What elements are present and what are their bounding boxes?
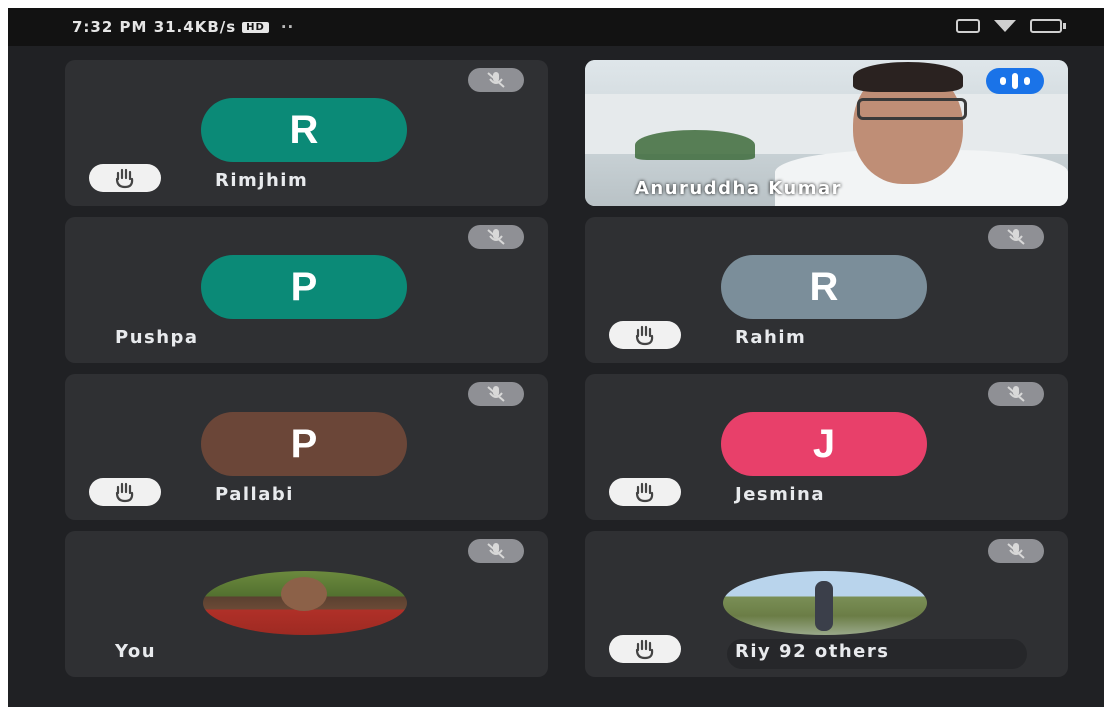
raised-hand-icon — [89, 164, 161, 192]
participant-name: Pallabi — [215, 484, 294, 505]
participant-name: You — [115, 641, 157, 662]
mic-muted-icon — [988, 539, 1044, 563]
avatar: R — [721, 255, 927, 319]
raised-hand-icon — [89, 478, 161, 506]
more-notifications-icon: ·· — [280, 18, 295, 36]
network-speed: 31.4KB/s — [153, 18, 237, 36]
others-count: 92 others — [779, 641, 890, 662]
avatar: P — [201, 412, 407, 476]
participant-name: Rahim — [735, 327, 807, 348]
participant-name: Rimjhim — [215, 170, 309, 191]
status-time: 7:32 PM — [72, 18, 148, 36]
raised-hand-icon — [609, 321, 681, 349]
avatar: R — [201, 98, 407, 162]
raised-hand-icon — [609, 635, 681, 663]
mic-muted-icon — [468, 539, 524, 563]
meeting-screen: 7:32 PM 31.4KB/s HD ·· R Rimjhim Anuruddha — [8, 8, 1104, 707]
video-glasses — [857, 98, 967, 120]
status-icons — [956, 19, 1066, 33]
avatar-photo — [723, 571, 927, 635]
avatar: P — [201, 255, 407, 319]
participant-tile-rimjhim[interactable]: R Rimjhim — [65, 60, 548, 206]
mic-muted-icon — [468, 382, 524, 406]
participant-tile-pallabi[interactable]: P Pallabi — [65, 374, 548, 520]
participant-name: Pushpa — [115, 327, 199, 348]
sim-icon — [956, 19, 980, 33]
mic-muted-icon — [988, 382, 1044, 406]
others-label: Riy 92 others — [735, 641, 889, 662]
video-hair — [853, 62, 963, 92]
speaking-indicator-icon — [986, 68, 1044, 94]
raised-hand-icon — [609, 478, 681, 506]
participant-tile-pushpa[interactable]: P Pushpa — [65, 217, 548, 363]
participant-tile-you[interactable]: You — [65, 531, 548, 677]
participant-tile-video[interactable]: Anuruddha Kumar — [585, 60, 1068, 206]
status-text: 7:32 PM 31.4KB/s HD ·· — [72, 18, 294, 36]
participant-tile-rahim[interactable]: R Rahim — [585, 217, 1068, 363]
participant-tile-others[interactable]: Riy 92 others — [585, 531, 1068, 677]
participant-name: Riy — [735, 641, 772, 662]
participant-tile-jesmina[interactable]: J Jesmina — [585, 374, 1068, 520]
mic-muted-icon — [468, 68, 524, 92]
participant-name: Jesmina — [735, 484, 826, 505]
video-plant — [635, 130, 755, 160]
status-bar: 7:32 PM 31.4KB/s HD ·· — [8, 8, 1104, 46]
avatar-photo — [203, 571, 407, 635]
battery-icon — [1030, 19, 1066, 33]
avatar: J — [721, 412, 927, 476]
wifi-icon — [994, 20, 1016, 32]
hd-badge: HD — [242, 22, 269, 33]
mic-muted-icon — [468, 225, 524, 249]
participant-name: Anuruddha Kumar — [635, 178, 842, 199]
mic-muted-icon — [988, 225, 1044, 249]
